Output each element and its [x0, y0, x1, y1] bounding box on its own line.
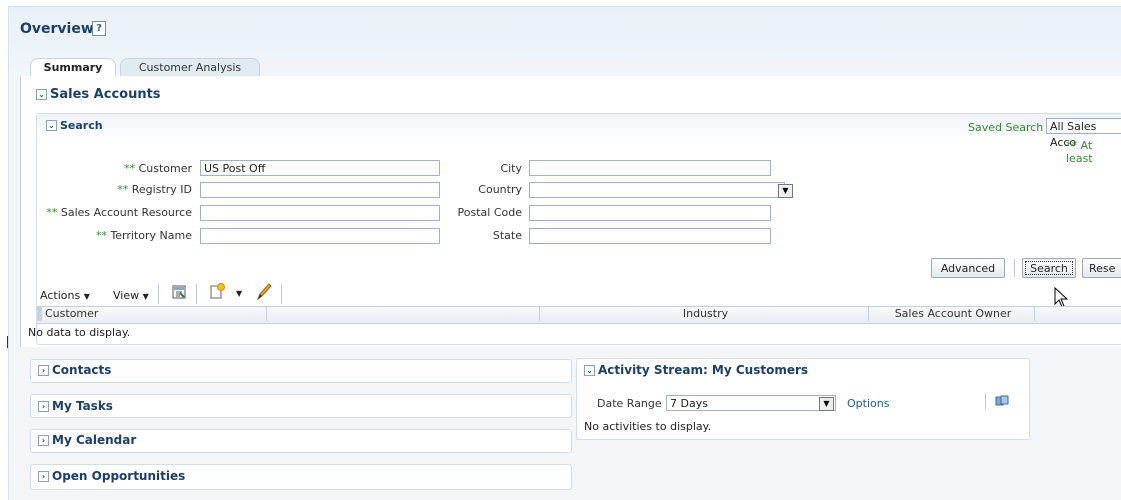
sales-account-resource-label-text: Sales Account Resource [60, 206, 192, 219]
help-icon[interactable]: ? [92, 21, 106, 36]
postal-code-label: Postal Code [457, 206, 522, 219]
city-input[interactable] [529, 160, 771, 176]
caret-down-icon: ▼ [83, 292, 90, 301]
country-label: Country [478, 183, 522, 196]
chevron-right-icon[interactable]: › [38, 435, 49, 446]
button-divider [1014, 259, 1015, 277]
state-input[interactable] [529, 228, 771, 244]
contacts-header[interactable]: › Contacts [38, 363, 111, 377]
open-opportunities-title: Open Opportunities [52, 469, 186, 483]
sales-account-resource-input[interactable] [200, 205, 440, 221]
my-calendar-header[interactable]: › My Calendar [38, 433, 136, 447]
activity-stream-header[interactable]: ⌄ Activity Stream: My Customers [584, 363, 808, 377]
at-least-note: ** At least [1066, 139, 1121, 165]
registry-id-label: ** Registry ID [40, 183, 192, 196]
chevron-right-icon[interactable]: › [38, 401, 49, 412]
actions-menu[interactable]: Actions ▼ [40, 289, 90, 302]
export-icon[interactable] [171, 284, 187, 300]
customer-label: ** Customer [40, 162, 192, 175]
my-tasks-title: My Tasks [52, 399, 113, 413]
column-header-industry[interactable]: Industry [539, 307, 868, 321]
customer-label-text: Customer [138, 162, 192, 175]
at-least-text: ** At least [1066, 139, 1093, 165]
new-record-icon[interactable] [208, 283, 226, 301]
search-button[interactable]: Search [1022, 258, 1076, 278]
toolbar-divider [985, 393, 986, 409]
chevron-right-icon[interactable]: › [38, 471, 49, 482]
column-header-blank[interactable] [266, 307, 540, 321]
tab-customer-analysis[interactable]: Customer Analysis [120, 58, 260, 77]
dropdown-arrow-icon[interactable]: ▼ [819, 397, 834, 411]
sales-account-resource-label: ** Sales Account Resource [20, 206, 192, 219]
toolbar-divider [158, 284, 159, 304]
territory-name-label-text: Territory Name [110, 229, 192, 242]
registry-id-input[interactable] [200, 182, 440, 198]
edit-pencil-icon[interactable] [255, 282, 273, 302]
left-margin [0, 0, 8, 499]
city-label: City [500, 162, 522, 175]
caret-down-icon[interactable]: ▼ [236, 289, 242, 298]
chevron-right-icon[interactable]: › [38, 365, 49, 376]
territory-name-label: ** Territory Name [40, 229, 192, 242]
activity-stream-title: Activity Stream: My Customers [598, 363, 809, 377]
registry-id-label-text: Registry ID [131, 183, 192, 196]
my-tasks-header[interactable]: › My Tasks [38, 399, 113, 413]
refresh-icon[interactable] [995, 394, 1009, 408]
contacts-title: Contacts [52, 363, 112, 377]
search-header[interactable]: ⌄ Search [46, 119, 103, 132]
advanced-button[interactable]: Advanced [931, 258, 1005, 278]
view-menu[interactable]: View ▼ [113, 289, 149, 302]
date-range-label: Date Range [597, 397, 662, 410]
required-marker: ** [117, 183, 129, 196]
dropdown-arrow-icon[interactable]: ▼ [778, 184, 793, 198]
country-select[interactable] [529, 182, 785, 198]
reset-button[interactable]: Rese [1082, 258, 1121, 278]
saved-search-select[interactable]: All Sales Acco [1046, 118, 1121, 149]
sales-accounts-header[interactable]: ⌄ Sales Accounts [36, 87, 161, 102]
toolbar-divider [281, 284, 282, 304]
column-header-customer[interactable]: Customer [41, 307, 267, 321]
chevron-down-icon[interactable]: ⌄ [46, 120, 57, 131]
column-header-sales-account-owner[interactable]: Sales Account Owner [868, 307, 1034, 321]
open-opportunities-header[interactable]: › Open Opportunities [38, 469, 185, 483]
customer-input[interactable]: US Post Off [200, 160, 440, 176]
tab-summary[interactable]: Summary [30, 58, 116, 78]
chevron-down-icon[interactable]: ⌄ [584, 365, 595, 376]
saved-search-label: Saved Search [968, 121, 1044, 134]
sales-accounts-title: Sales Accounts [50, 87, 161, 102]
table-empty-message: No data to display. [28, 326, 131, 339]
page-title: Overview [20, 21, 94, 37]
territory-name-input[interactable] [200, 228, 440, 244]
search-title: Search [60, 119, 103, 132]
my-calendar-title: My Calendar [52, 433, 137, 447]
actions-label: Actions [40, 289, 81, 302]
options-link[interactable]: Options [847, 397, 889, 410]
date-range-select[interactable]: 7 Days [666, 395, 836, 411]
state-label: State [492, 229, 522, 242]
caret-down-icon: ▼ [142, 292, 149, 301]
required-marker: ** [124, 162, 136, 175]
search-header-bar [37, 114, 1121, 140]
activity-empty-message: No activities to display. [584, 420, 712, 433]
chevron-down-icon[interactable]: ⌄ [36, 89, 47, 100]
toolbar-divider [196, 284, 197, 304]
column-header-extra[interactable] [1034, 307, 1121, 321]
postal-code-input[interactable] [529, 205, 771, 221]
required-marker: ** [95, 229, 107, 242]
view-label: View [113, 289, 140, 302]
required-marker: ** [46, 206, 58, 219]
